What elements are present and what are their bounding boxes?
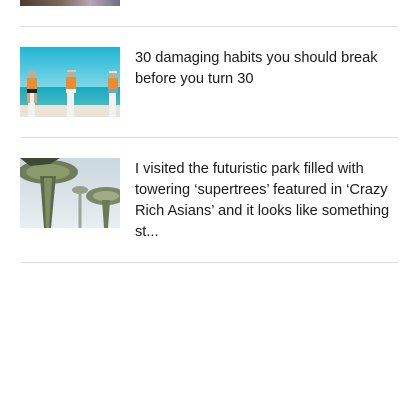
supertrees-photo-icon — [20, 158, 120, 228]
article-card[interactable]: I visited the futuristic park filled wit… — [20, 158, 398, 244]
divider — [20, 262, 398, 263]
article-thumbnail[interactable] — [20, 47, 120, 117]
article-card[interactable]: 30 damaging habits you should break befo… — [20, 47, 398, 117]
article-headline[interactable]: I visited the futuristic park filled wit… — [135, 159, 397, 243]
article-thumbnail[interactable] — [20, 158, 120, 228]
divider — [20, 137, 398, 138]
previous-article-thumbnail[interactable] — [20, 0, 120, 6]
article-headline[interactable]: 30 damaging habits you should break befo… — [135, 48, 397, 90]
divider — [20, 26, 398, 27]
beach-photo-icon — [20, 47, 120, 117]
